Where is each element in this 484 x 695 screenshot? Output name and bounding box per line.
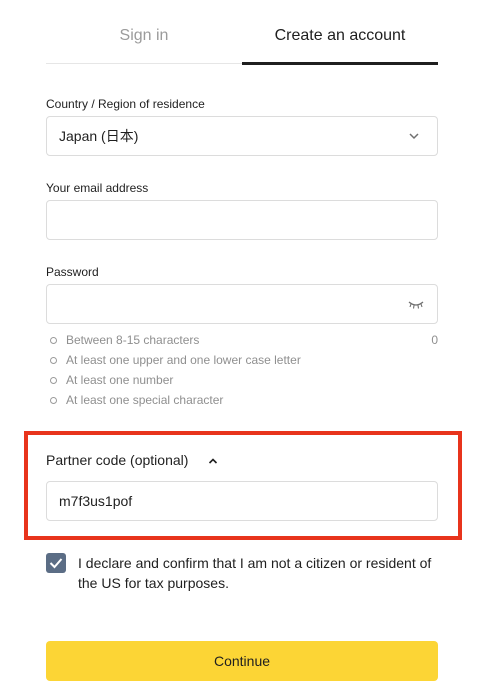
chevron-down-icon — [409, 133, 419, 140]
country-select[interactable]: Japan (日本) — [46, 116, 438, 156]
signup-page: Sign in Create an account Country / Regi… — [0, 0, 484, 695]
email-label: Your email address — [46, 181, 149, 195]
rule-bullet-icon — [50, 377, 57, 384]
password-length-counter: 0 — [431, 333, 438, 347]
password-rule: At least one upper and one lower case le… — [50, 353, 438, 373]
auth-tabs: Sign in Create an account — [46, 0, 438, 65]
rule-bullet-icon — [50, 337, 57, 344]
tab-create-account[interactable]: Create an account — [242, 0, 438, 65]
password-rules: Between 8-15 characters 0 At least one u… — [50, 333, 438, 413]
tab-sign-in[interactable]: Sign in — [46, 0, 242, 64]
password-field-wrapper — [46, 284, 438, 324]
password-rule: Between 8-15 characters 0 — [50, 333, 438, 353]
password-rule: At least one number — [50, 373, 438, 393]
password-rule: At least one special character — [50, 393, 438, 413]
email-field[interactable] — [47, 201, 437, 239]
chevron-up-icon[interactable] — [207, 455, 219, 467]
check-icon — [49, 558, 63, 569]
email-field-wrapper — [46, 200, 438, 240]
continue-button[interactable]: Continue — [46, 641, 438, 681]
partner-code-toggle[interactable]: Partner code (optional) — [46, 452, 188, 468]
password-label: Password — [46, 265, 99, 279]
rule-bullet-icon — [50, 397, 57, 404]
declaration-text: I declare and confirm that I am not a ci… — [78, 555, 432, 591]
eye-closed-icon[interactable] — [407, 298, 425, 310]
partner-code-field-wrapper — [46, 481, 438, 521]
password-field[interactable] — [47, 285, 437, 323]
country-label: Country / Region of residence — [46, 97, 205, 111]
declaration-checkbox[interactable] — [46, 553, 66, 573]
rule-bullet-icon — [50, 357, 57, 364]
partner-code-field[interactable] — [47, 482, 437, 520]
country-select-value: Japan (日本) — [59, 128, 139, 144]
